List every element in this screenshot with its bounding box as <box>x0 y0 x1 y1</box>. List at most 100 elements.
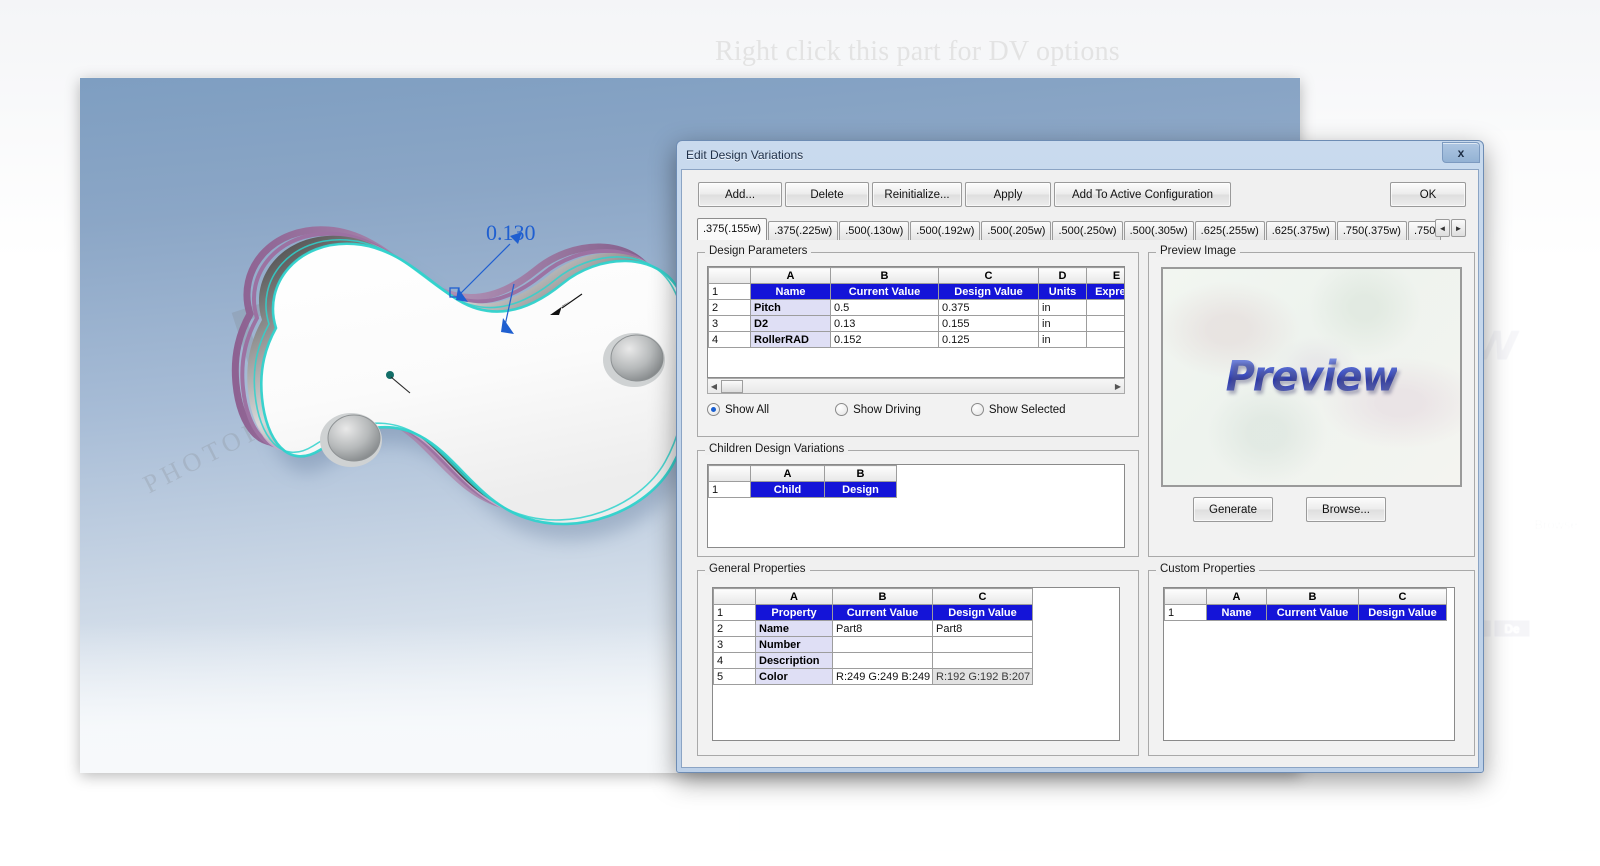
scroll-thumb[interactable] <box>721 379 743 393</box>
table-row[interactable]: 3 Number <box>713 636 1033 653</box>
grid-cell[interactable]: 0.125 <box>938 331 1039 348</box>
grid-header-cell[interactable]: Current Value <box>832 604 933 621</box>
column-header[interactable]: A <box>750 465 825 482</box>
radio-show-driving-label[interactable]: Show Driving <box>853 404 921 416</box>
row-number[interactable]: 1 <box>708 481 751 498</box>
grid-header-cell[interactable]: Current Value <box>1266 604 1359 621</box>
general-properties-grid[interactable]: A B C 1 Property Current Value Design Value 2 Na… <box>712 587 1120 741</box>
tab-config-0[interactable]: .375(.155w) <box>697 218 768 240</box>
grid-header-cell[interactable]: Design <box>824 481 897 498</box>
design-parameters-hscrollbar[interactable]: ◀ ▶ <box>707 378 1125 394</box>
grid-header-cell[interactable]: Current Value <box>830 283 939 300</box>
tab-config-7[interactable]: .625(.255w) <box>1194 221 1265 240</box>
column-header[interactable]: B <box>830 267 939 284</box>
row-number[interactable]: 3 <box>713 636 756 653</box>
tab-config-2[interactable]: .500(.130w) <box>839 221 910 240</box>
preview-image-canvas[interactable]: Preview <box>1161 267 1462 487</box>
grid-cell[interactable]: R:249 G:249 B:249 <box>832 668 933 685</box>
grid-cell[interactable]: in <box>1038 331 1087 348</box>
grid-cell[interactable] <box>832 636 933 653</box>
row-number[interactable]: 3 <box>708 315 751 332</box>
row-number[interactable]: 1 <box>1164 604 1207 621</box>
custom-properties-grid[interactable]: A B C 1 Name Current Value Design Value <box>1163 587 1455 741</box>
grid-cell[interactable] <box>832 652 933 669</box>
apply-button[interactable]: Apply <box>965 182 1051 207</box>
edit-design-variations-dialog[interactable]: Edit Design Variations x Add... Delete R… <box>676 140 1484 773</box>
grid-cell[interactable]: in <box>1038 315 1087 332</box>
generate-button[interactable]: Generate <box>1193 497 1273 522</box>
tab-config-6[interactable]: .500(.305w) <box>1123 221 1194 240</box>
tab-nav-group[interactable]: ◄ ► <box>1434 219 1466 237</box>
column-header[interactable] <box>708 267 751 284</box>
tab-config-8[interactable]: .625(.375w) <box>1265 221 1336 240</box>
column-header[interactable]: B <box>832 588 933 605</box>
tab-config-9[interactable]: .750(.375w) <box>1336 221 1407 240</box>
scroll-right-icon[interactable]: ▶ <box>1112 382 1124 391</box>
grid-cell[interactable]: Part8 <box>832 620 933 637</box>
column-header[interactable]: D <box>1038 267 1087 284</box>
grid-cell[interactable]: Name <box>755 620 833 637</box>
tab-scroll-next-icon[interactable]: ► <box>1451 219 1466 237</box>
grid-cell[interactable] <box>1086 299 1124 316</box>
add-to-active-configuration-button[interactable]: Add To Active Configuration <box>1054 182 1231 207</box>
grid-cell[interactable]: Pitch <box>750 299 831 316</box>
grid-cell[interactable]: Description <box>755 652 833 669</box>
grid-header-cell[interactable]: Name <box>750 283 831 300</box>
configuration-tabs[interactable]: .375(.155w) .375(.225w) .500(.130w) .500(.1… <box>697 218 1466 240</box>
grid-cell[interactable]: R:192 G:192 B:207 <box>932 668 1033 685</box>
row-number[interactable]: 1 <box>713 604 756 621</box>
children-design-variations-grid[interactable]: A B 1 Child Design <box>707 464 1125 548</box>
grid-cell[interactable]: in <box>1038 299 1087 316</box>
ok-button[interactable]: OK <box>1390 182 1466 207</box>
grid-cell[interactable] <box>1086 315 1124 332</box>
column-header[interactable] <box>1164 588 1207 605</box>
table-row[interactable]: 3 D2 0.13 0.155 in <box>708 315 1124 332</box>
row-number[interactable]: 1 <box>708 283 751 300</box>
row-number[interactable]: 2 <box>708 299 751 316</box>
grid-cell[interactable]: RollerRAD <box>750 331 831 348</box>
grid-header-cell[interactable]: Design Value <box>1358 604 1447 621</box>
table-row[interactable]: 4 RollerRAD 0.152 0.125 in <box>708 331 1124 348</box>
column-header[interactable]: A <box>750 267 831 284</box>
close-icon[interactable]: x <box>1442 142 1480 163</box>
grid-header-cell[interactable]: Name <box>1206 604 1267 621</box>
table-row[interactable]: 4 Description <box>713 652 1033 669</box>
table-row[interactable]: 2 Pitch 0.5 0.375 in <box>708 299 1124 316</box>
grid-cell[interactable]: D2 <box>750 315 831 332</box>
grid-cell[interactable]: Part8 <box>932 620 1033 637</box>
row-number[interactable]: 5 <box>713 668 756 685</box>
table-row[interactable]: 2 Name Part8 Part8 <box>713 620 1033 637</box>
row-number[interactable]: 4 <box>708 331 751 348</box>
grid-cell[interactable]: 0.155 <box>938 315 1039 332</box>
tab-scroll-prev-icon[interactable]: ◄ <box>1435 219 1450 237</box>
grid-cell[interactable] <box>932 652 1033 669</box>
tab-config-5[interactable]: .500(.250w) <box>1052 221 1123 240</box>
column-header[interactable]: C <box>938 267 1039 284</box>
grid-cell[interactable]: Color <box>755 668 833 685</box>
grid-cell[interactable]: 0.5 <box>830 299 939 316</box>
design-parameters-filter-radios[interactable]: Show All Show Driving Show Selected <box>707 403 1123 416</box>
radio-show-all-icon[interactable] <box>707 403 720 416</box>
dialog-titlebar[interactable]: Edit Design Variations x <box>680 142 1480 167</box>
grid-header-cell[interactable]: Design Value <box>932 604 1033 621</box>
column-header[interactable]: A <box>1206 588 1267 605</box>
column-header[interactable]: C <box>932 588 1033 605</box>
grid-cell[interactable] <box>932 636 1033 653</box>
grid-header-cell[interactable]: Child <box>750 481 825 498</box>
radio-show-all-label[interactable]: Show All <box>725 404 769 416</box>
grid-cell[interactable] <box>1086 331 1124 348</box>
radio-show-selected-label[interactable]: Show Selected <box>989 404 1066 416</box>
design-parameters-grid[interactable]: A B C D E 1 Name Current Value Design Value Units… <box>707 266 1125 378</box>
grid-header-cell[interactable]: Property <box>755 604 833 621</box>
grid-cell[interactable]: 0.152 <box>830 331 939 348</box>
grid-header-cell[interactable]: Design Value <box>938 283 1039 300</box>
grid-cell[interactable]: 0.375 <box>938 299 1039 316</box>
grid-header-cell[interactable]: Units <box>1038 283 1087 300</box>
grid-cell[interactable]: Number <box>755 636 833 653</box>
tab-config-1[interactable]: .375(.225w) <box>768 221 839 240</box>
column-header[interactable] <box>708 465 751 482</box>
column-header[interactable]: E <box>1086 267 1124 284</box>
column-header[interactable] <box>713 588 756 605</box>
column-header[interactable]: A <box>755 588 833 605</box>
grid-cell[interactable]: 0.13 <box>830 315 939 332</box>
